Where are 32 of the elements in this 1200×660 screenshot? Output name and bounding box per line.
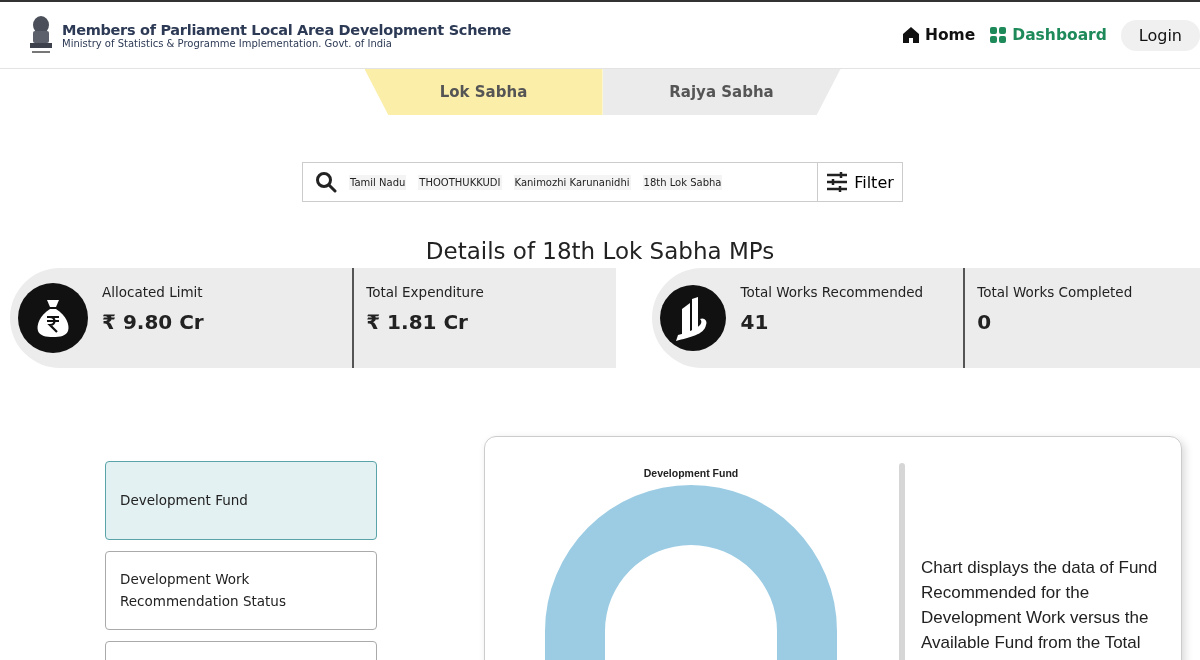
stat-value: 41 — [740, 310, 770, 334]
tab[interactable]: Rajya Sabha — [602, 69, 841, 115]
menu-item[interactable]: Development Work Recommendation Status — [105, 551, 377, 630]
page-heading: Details of 18th Lok Sabha MPs — [424, 238, 776, 264]
nav-link[interactable]: Dashboard — [989, 26, 1107, 44]
home-icon — [902, 26, 920, 44]
nav-link[interactable]: Home — [902, 26, 976, 44]
stat-label: Allocated Limit — [102, 284, 204, 300]
chart-title: Development Fund — [643, 467, 739, 479]
filter-chip: 18th Lok Sabha — [642, 174, 723, 190]
filter-chip: Tamil Nadu — [349, 174, 407, 190]
filter-chip: THOOTHUKKUDI — [418, 174, 502, 190]
dashboard-icon — [989, 26, 1008, 44]
money-bag-icon — [18, 283, 88, 353]
sliders-icon — [826, 172, 849, 192]
stat-label: Total Expenditure — [366, 284, 485, 300]
site-subtitle: Ministry of Statistics & Programme Implementation. Govt. of India — [62, 37, 392, 49]
login-button[interactable]: Login — [1120, 19, 1200, 51]
search-field[interactable]: Tamil Nadu THOOTHUKKUDI Kanimozhi Karunanidhi 18th Lok Sabha — [302, 162, 817, 202]
chart-description: Chart displays the data of Fund Recommended for the Development Work versus the Available Fund from the Total — [921, 557, 1159, 654]
stat-label: Total Works Recommended — [740, 284, 925, 300]
stat-value: ₹ 9.80 Cr — [102, 310, 205, 334]
tab[interactable]: Lok Sabha — [364, 69, 603, 115]
site-title: Members of Parliament Local Area Development Scheme — [62, 21, 512, 38]
menu-item[interactable]: Development Fund — [105, 461, 377, 540]
filter-button[interactable]: Filter — [817, 162, 903, 202]
building-road-icon — [660, 285, 727, 351]
filter-chip: Kanimozhi Karunanidhi — [513, 174, 631, 190]
search-icon — [315, 171, 337, 193]
stat-label: Total Works Completed — [977, 284, 1134, 300]
stat-value: ₹ 1.81 Cr — [366, 310, 469, 334]
stat-value: 0 — [977, 310, 993, 334]
